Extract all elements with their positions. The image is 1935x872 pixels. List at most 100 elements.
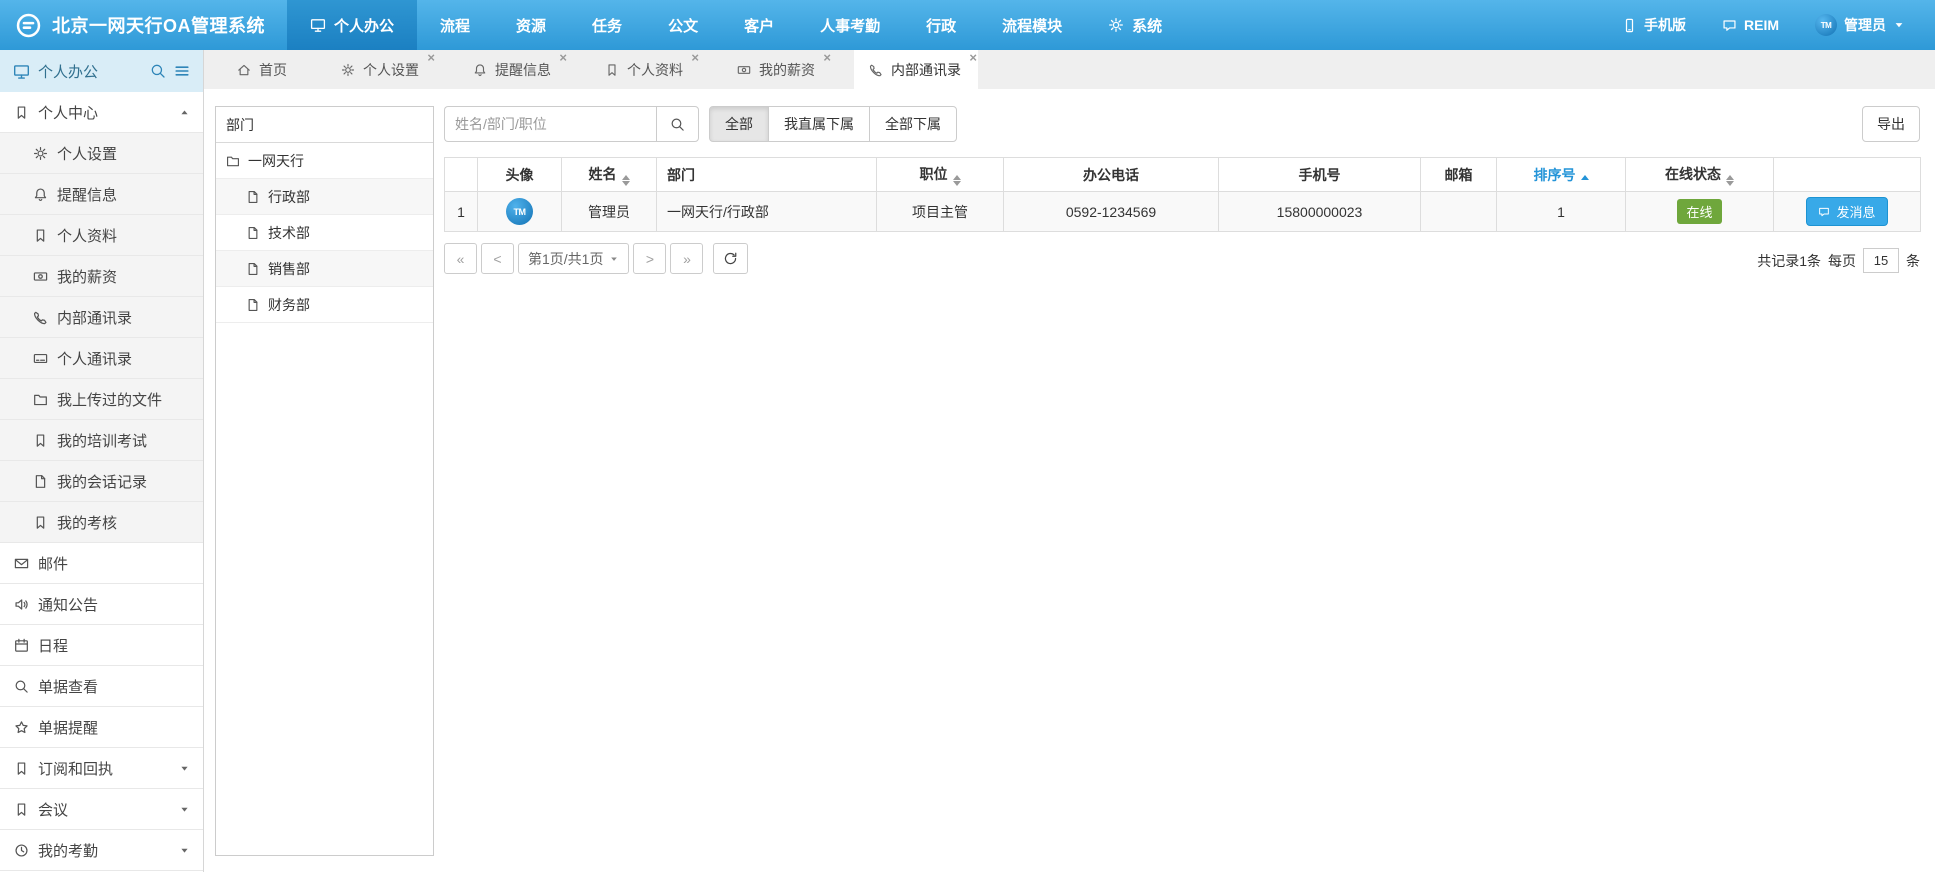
top-navbar: 北京一网天行OA管理系统 个人办公 流程 资源 任务 公文 客户 人事考勤 行政… [0,0,1935,50]
nav-item-personal-office[interactable]: 个人办公 [287,0,417,50]
cell-mobile: 15800000023 [1219,192,1421,232]
nav-item-hr-attendance[interactable]: 人事考勤 [797,0,903,50]
sidebar-item-document-reminder[interactable]: 单据提醒 [0,707,203,748]
monitor-icon [310,17,326,33]
sidebar-header: 个人办公 [0,50,203,92]
sidebar-item-personal-settings[interactable]: 个人设置 [0,133,203,174]
nav-item-process[interactable]: 流程 [417,0,493,50]
search-button[interactable] [656,106,699,142]
nav-item-tasks[interactable]: 任务 [569,0,645,50]
sidebar-item-document-view[interactable]: 单据查看 [0,666,203,707]
col-index [445,158,478,192]
mobile-version-link[interactable]: 手机版 [1622,15,1686,35]
cell-department: 一网天行/行政部 [657,192,877,232]
per-page-input[interactable] [1863,248,1899,273]
star-icon [14,720,29,735]
app-title: 北京一网天行OA管理系统 [52,12,265,38]
tab-my-salary[interactable]: 我的薪资 × [722,50,832,89]
tree-node-tech-dept[interactable]: 技术部 [216,215,433,251]
last-page-button[interactable]: » [670,243,703,274]
sidebar-item-my-attendance[interactable]: 我的考勤 [0,830,203,871]
gear-icon [1108,17,1124,33]
cell-action: 发消息 [1774,192,1921,232]
filter-direct-subordinates-button[interactable]: 我直属下属 [768,106,870,142]
tree-node-finance-dept[interactable]: 财务部 [216,287,433,323]
close-icon[interactable]: × [559,51,567,64]
tab-personal-settings[interactable]: 个人设置 × [326,50,436,89]
user-avatar: TM [1815,14,1837,36]
user-menu[interactable]: TM 管理员 [1815,14,1905,36]
sidebar-item-notice-announcement[interactable]: 通知公告 [0,584,203,625]
sidebar-item-internal-contacts[interactable]: 内部通讯录 [0,297,203,338]
filter-all-button[interactable]: 全部 [709,106,769,142]
sidebar-item-my-uploaded-files[interactable]: 我上传过的文件 [0,379,203,420]
nav-item-process-module[interactable]: 流程模块 [979,0,1085,50]
file-icon [246,226,260,240]
tree-node-company[interactable]: 一网天行 [216,143,433,179]
caret-down-icon [179,763,190,774]
department-tree-panel: 部门 一网天行 行政部 技术部 销售部 财务部 [215,106,434,856]
close-icon[interactable]: × [823,51,831,64]
next-page-button[interactable]: > [633,243,666,274]
nav-item-documents[interactable]: 公文 [645,0,721,50]
page-select-button[interactable]: 第1页/共1页 [518,243,629,274]
tab-personal-profile[interactable]: 个人资料 × [590,50,700,89]
sidebar-search-icon[interactable] [150,63,166,79]
close-icon[interactable]: × [427,51,435,64]
col-online-status[interactable]: 在线状态 [1626,158,1774,192]
first-page-button[interactable]: « [444,243,477,274]
cell-name: 管理员 [562,192,657,232]
col-department: 部门 [657,158,877,192]
col-name[interactable]: 姓名 [562,158,657,192]
export-button[interactable]: 导出 [1862,106,1920,142]
money-icon [33,269,48,284]
tree-node-sales-dept[interactable]: 销售部 [216,251,433,287]
prev-page-button[interactable]: < [481,243,514,274]
sidebar-item-my-training-exams[interactable]: 我的培训考试 [0,420,203,461]
tree-header: 部门 [216,107,433,143]
home-icon [237,63,251,77]
reim-link[interactable]: REIM [1722,17,1779,33]
bookmark-icon [14,105,29,120]
mobile-icon [1622,18,1637,33]
close-icon[interactable]: × [969,51,977,64]
cell-index: 1 [445,192,478,232]
nav-item-resources[interactable]: 资源 [493,0,569,50]
sidebar-menu-icon[interactable] [174,63,190,79]
tab-home[interactable]: 首页 [222,50,304,89]
sidebar-item-meeting[interactable]: 会议 [0,789,203,830]
tab-reminder-info[interactable]: 提醒信息 × [458,50,568,89]
contacts-table: 头像 姓名 部门 职位 办公电话 手机号 邮箱 排序号 在线状态 1 TM 管理… [444,157,1921,232]
sidebar-item-mail[interactable]: 邮件 [0,543,203,584]
sidebar-item-schedule[interactable]: 日程 [0,625,203,666]
sidebar-title: 个人办公 [38,61,98,82]
sidebar-item-my-salary[interactable]: 我的薪资 [0,256,203,297]
tree-node-admin-dept[interactable]: 行政部 [216,179,433,215]
nav-item-system[interactable]: 系统 [1085,0,1185,50]
search-icon [14,679,29,694]
col-position[interactable]: 职位 [877,158,1004,192]
cell-position: 项目主管 [877,192,1004,232]
sidebar-item-my-assessment[interactable]: 我的考核 [0,502,203,543]
search-input[interactable] [444,106,656,142]
calendar-icon [14,638,29,653]
sort-icon [1726,175,1734,186]
nav-item-administration[interactable]: 行政 [903,0,979,50]
table-row: 1 TM 管理员 一网天行/行政部 项目主管 0592-1234569 1580… [445,192,1921,232]
sidebar-item-reminder-info[interactable]: 提醒信息 [0,174,203,215]
filter-all-subordinates-button[interactable]: 全部下属 [869,106,957,142]
sidebar-item-subscription-receipt[interactable]: 订阅和回执 [0,748,203,789]
send-message-button[interactable]: 发消息 [1806,197,1887,226]
sidebar-item-my-session-records[interactable]: 我的会话记录 [0,461,203,502]
tab-internal-contacts[interactable]: 内部通讯录 × [854,50,978,89]
caret-down-icon [179,804,190,815]
cell-sort-no: 1 [1497,192,1626,232]
sidebar-item-personal-profile[interactable]: 个人资料 [0,215,203,256]
sidebar-item-personal-contacts[interactable]: 个人通讯录 [0,338,203,379]
close-icon[interactable]: × [691,51,699,64]
refresh-button[interactable] [713,243,748,274]
col-sort-no[interactable]: 排序号 [1497,158,1626,192]
nav-item-customers[interactable]: 客户 [721,0,797,50]
folder-icon [226,154,240,168]
sidebar-item-personal-center[interactable]: 个人中心 [0,92,203,133]
